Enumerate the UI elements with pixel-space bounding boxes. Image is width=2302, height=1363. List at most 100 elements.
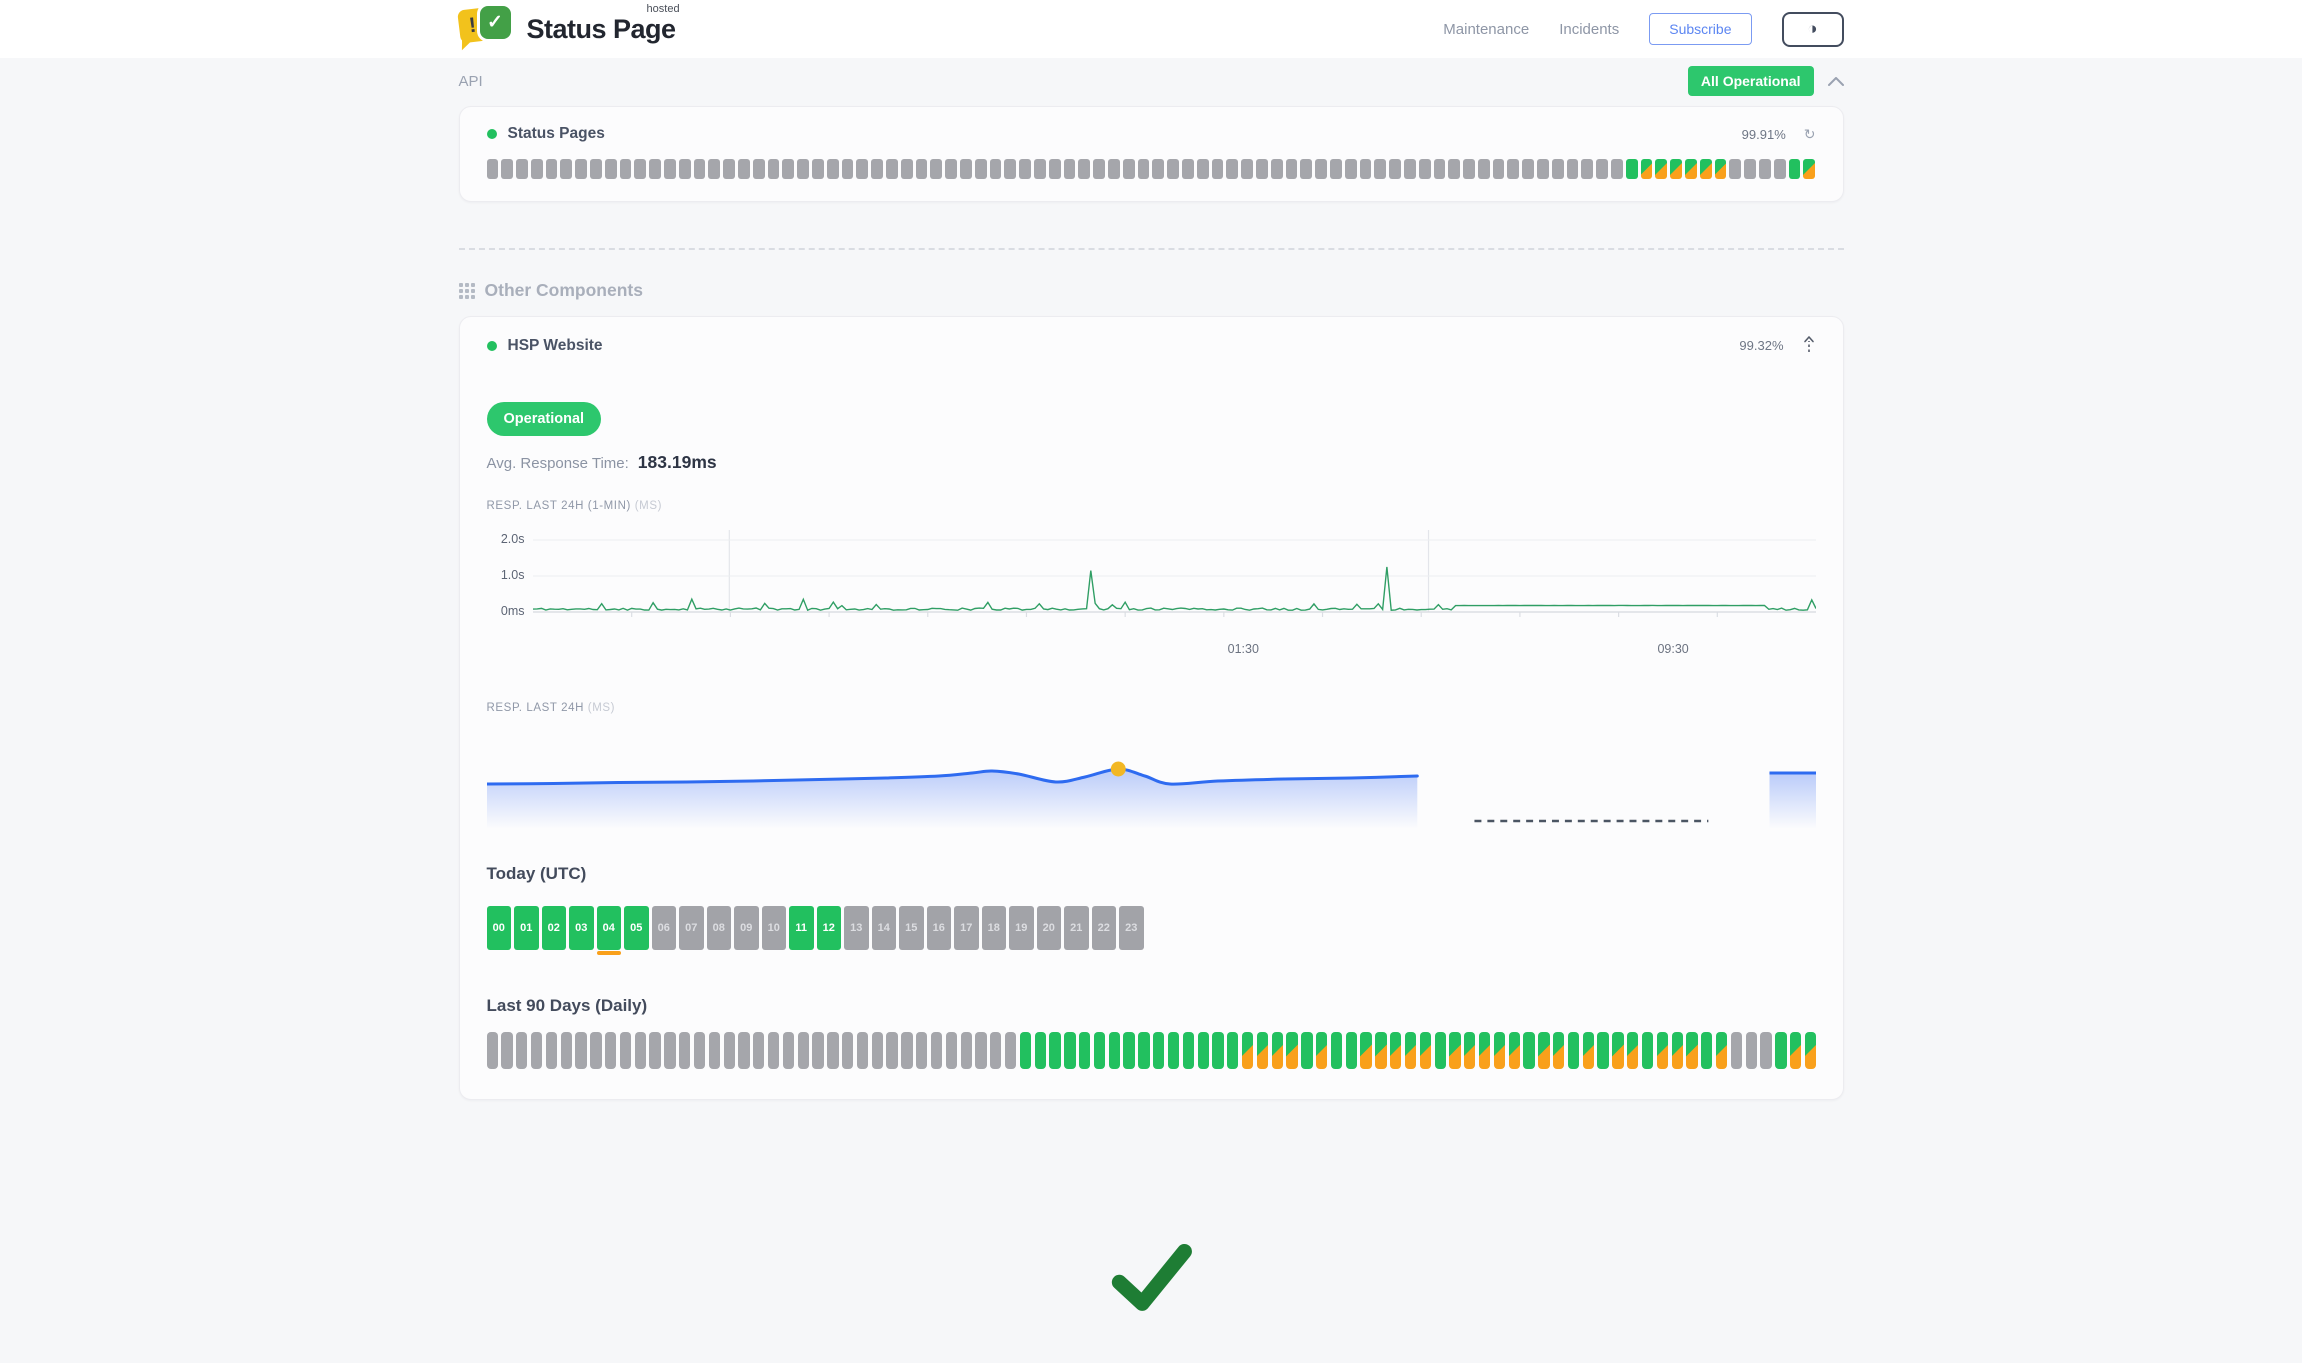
uptime-bar-nodata[interactable] <box>1078 159 1090 179</box>
uptime-bar-nodata[interactable] <box>1019 159 1031 179</box>
uptime-bar-nodata[interactable] <box>1611 159 1623 179</box>
uptime-bar-nodata[interactable] <box>1182 159 1194 179</box>
uptime-bar-nodata[interactable] <box>590 1032 601 1069</box>
uptime-bar-nodata[interactable] <box>842 1032 853 1069</box>
uptime-bar-operational[interactable] <box>1626 159 1638 179</box>
uptime-bar-degraded[interactable] <box>1405 1032 1416 1069</box>
uptime-bar-nodata[interactable] <box>753 1032 764 1069</box>
uptime-bar-nodata[interactable] <box>1345 159 1357 179</box>
uptime-bar-nodata[interactable] <box>975 159 987 179</box>
uptime-bar-operational[interactable] <box>1227 1032 1238 1069</box>
uptime-bar-degraded[interactable] <box>1715 159 1727 179</box>
hour-block-16[interactable]: 16 <box>927 906 952 950</box>
subscribe-button[interactable]: Subscribe <box>1649 13 1751 45</box>
uptime-bar-nodata[interactable] <box>797 159 809 179</box>
uptime-bar-nodata[interactable] <box>709 1032 720 1069</box>
uptime-bar-nodata[interactable] <box>487 159 499 179</box>
uptime-bar-nodata[interactable] <box>1315 159 1327 179</box>
uptime-bar-operational[interactable] <box>1049 1032 1060 1069</box>
uptime-bar-nodata[interactable] <box>1419 159 1431 179</box>
uptime-bar-degraded[interactable] <box>1685 159 1697 179</box>
uptime-bar-nodata[interactable] <box>531 159 543 179</box>
uptime-bar-nodata[interactable] <box>753 159 765 179</box>
uptime-bar-operational[interactable] <box>1435 1032 1446 1069</box>
uptime-bar-degraded[interactable] <box>1360 1032 1371 1069</box>
uptime-bar-degraded[interactable] <box>1657 1032 1668 1069</box>
uptime-bar-nodata[interactable] <box>1152 159 1164 179</box>
uptime-bar-operational[interactable] <box>1153 1032 1164 1069</box>
uptime-bar-nodata[interactable] <box>872 1032 883 1069</box>
uptime-bar-nodata[interactable] <box>827 1032 838 1069</box>
uptime-bar-nodata[interactable] <box>886 1032 897 1069</box>
uptime-bar-nodata[interactable] <box>605 1032 616 1069</box>
uptime-bar-nodata[interactable] <box>724 1032 735 1069</box>
uptime-bar-nodata[interactable] <box>1005 1032 1016 1069</box>
uptime-bar-nodata[interactable] <box>1360 159 1372 179</box>
uptime-bar-nodata[interactable] <box>812 159 824 179</box>
hour-block-02[interactable]: 02 <box>542 906 567 950</box>
uptime-bar-nodata[interactable] <box>1330 159 1342 179</box>
uptime-bar-operational[interactable] <box>1301 1032 1312 1069</box>
uptime-bar-nodata[interactable] <box>798 1032 809 1069</box>
uptime-bar-nodata[interactable] <box>1463 159 1475 179</box>
uptime-bar-nodata[interactable] <box>679 1032 690 1069</box>
uptime-bar-nodata[interactable] <box>738 159 750 179</box>
hour-block-17[interactable]: 17 <box>954 906 979 950</box>
uptime-bar-degraded[interactable] <box>1716 1032 1727 1069</box>
uptime-bar-nodata[interactable] <box>1286 159 1298 179</box>
uptime-bar-nodata[interactable] <box>1226 159 1238 179</box>
uptime-bar-operational[interactable] <box>1346 1032 1357 1069</box>
uptime-bar-nodata[interactable] <box>738 1032 749 1069</box>
uptime-bar-nodata[interactable] <box>605 159 617 179</box>
uptime-bar-nodata[interactable] <box>560 159 572 179</box>
uptime-bar-operational[interactable] <box>1020 1032 1031 1069</box>
nav-incidents[interactable]: Incidents <box>1559 21 1619 38</box>
uptime-bar-nodata[interactable] <box>546 159 558 179</box>
uptime-bar-nodata[interactable] <box>634 159 646 179</box>
uptime-bar-degraded[interactable] <box>1242 1032 1253 1069</box>
uptime-bar-nodata[interactable] <box>827 159 839 179</box>
uptime-bar-nodata[interactable] <box>561 1032 572 1069</box>
uptime-bar-nodata[interactable] <box>620 1032 631 1069</box>
uptime-bar-nodata[interactable] <box>723 159 735 179</box>
hour-block-10[interactable]: 10 <box>762 906 787 950</box>
uptime-bar-nodata[interactable] <box>901 1032 912 1069</box>
hour-block-19[interactable]: 19 <box>1009 906 1034 950</box>
uptime-bar-nodata[interactable] <box>501 1032 512 1069</box>
uptime-bar-nodata[interactable] <box>664 1032 675 1069</box>
uptime-bar-nodata[interactable] <box>1049 159 1061 179</box>
uptime-bar-nodata[interactable] <box>1434 159 1446 179</box>
uptime-bar-nodata[interactable] <box>1123 159 1135 179</box>
uptime-bar-operational[interactable] <box>1035 1032 1046 1069</box>
hour-block-11[interactable]: 11 <box>789 906 814 950</box>
uptime-bar-degraded[interactable] <box>1805 1032 1816 1069</box>
uptime-bar-nodata[interactable] <box>649 159 661 179</box>
uptime-bar-nodata[interactable] <box>516 159 528 179</box>
uptime-bar-nodata[interactable] <box>1212 159 1224 179</box>
all-operational-badge[interactable]: All Operational <box>1688 66 1814 96</box>
uptime-bar-degraded[interactable] <box>1700 159 1712 179</box>
uptime-bar-nodata[interactable] <box>1448 159 1460 179</box>
uptime-bar-degraded[interactable] <box>1509 1032 1520 1069</box>
uptime-bar-operational[interactable] <box>1138 1032 1149 1069</box>
uptime-bar-nodata[interactable] <box>1300 159 1312 179</box>
uptime-bar-nodata[interactable] <box>842 159 854 179</box>
uptime-bar-nodata[interactable] <box>901 159 913 179</box>
uptime-bar-operational[interactable] <box>1168 1032 1179 1069</box>
uptime-bar-operational[interactable] <box>1079 1032 1090 1069</box>
uptime-bar-degraded[interactable] <box>1641 159 1653 179</box>
uptime-bar-nodata[interactable] <box>783 1032 794 1069</box>
uptime-bar-nodata[interactable] <box>1374 159 1386 179</box>
uptime-bar-nodata[interactable] <box>871 159 883 179</box>
uptime-bar-nodata[interactable] <box>1478 159 1490 179</box>
uptime-bar-degraded[interactable] <box>1612 1032 1623 1069</box>
uptime-bar-nodata[interactable] <box>620 159 632 179</box>
response-time-line-chart[interactable]: 01:30 09:30 <box>533 524 1816 662</box>
uptime-bar-nodata[interactable] <box>857 1032 868 1069</box>
uptime-bar-nodata[interactable] <box>531 1032 542 1069</box>
uptime-bar-nodata[interactable] <box>546 1032 557 1069</box>
uptime-bar-operational[interactable] <box>1183 1032 1194 1069</box>
uptime-bar-nodata[interactable] <box>487 1032 498 1069</box>
uptime-bar-operational[interactable] <box>1789 159 1801 179</box>
response-time-area-chart[interactable] <box>487 732 1816 832</box>
